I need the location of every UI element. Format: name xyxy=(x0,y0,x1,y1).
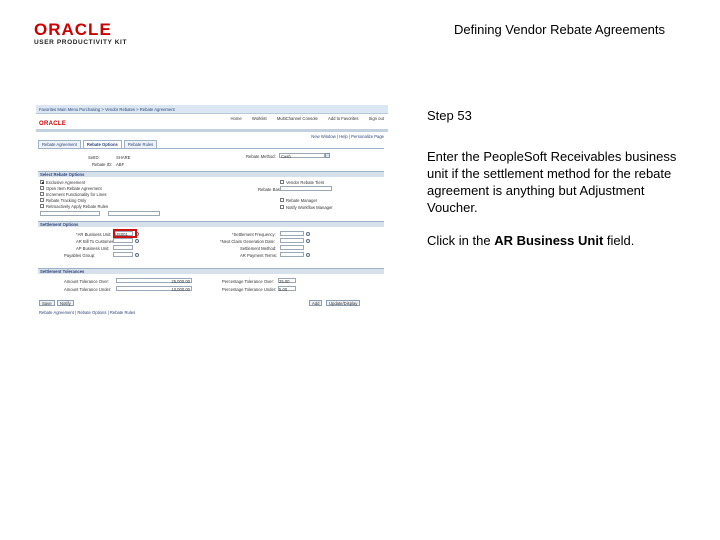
ar-bill-to-label: AR Bill To Customer: xyxy=(76,239,115,244)
add-button[interactable]: Add xyxy=(309,300,323,306)
section-rebate-options: Select Rebate Options xyxy=(38,171,384,177)
ap-business-unit-input[interactable] xyxy=(113,245,133,250)
settlement-method-select[interactable] xyxy=(280,245,304,250)
top-links: Home Worklist MultiChannel Console Add t… xyxy=(221,116,384,121)
step-number: Step 53 xyxy=(427,108,472,123)
rebate-method-value: Cash xyxy=(281,154,291,159)
ar-bill-to-input[interactable] xyxy=(113,238,133,243)
open-item-label: Open Item Rebate Agreement xyxy=(46,186,102,191)
notify-workflow-label: Notify Workflow Manager xyxy=(286,205,333,210)
logo-subtext: USER PRODUCTIVITY KIT xyxy=(34,39,128,46)
tracking-only-checkbox[interactable] xyxy=(40,198,44,202)
ar-business-unit-highlight xyxy=(113,229,137,238)
document-title: Defining Vendor Rebate Agreements xyxy=(454,22,666,37)
settlement-frequency-label: *Settlement Frequency: xyxy=(232,232,276,237)
lookup-icon[interactable] xyxy=(135,253,139,257)
tracking-only-label: Rebate Tracking Only xyxy=(46,198,87,203)
rebate-id-value: ABF xyxy=(116,162,125,167)
rebate-manager-checkbox[interactable] xyxy=(280,198,284,202)
lookup-icon[interactable] xyxy=(306,253,310,257)
next-claim-date-input[interactable] xyxy=(280,238,304,243)
percentage-tolerance-over-label: Percentage Tolerance Over: xyxy=(222,279,275,284)
amount-tolerance-under-label: Amount Tolerance Under: xyxy=(64,287,112,292)
exclusive-agreement-checkbox[interactable] xyxy=(40,180,44,184)
amount-tolerance-over-value: 25,000.00 xyxy=(171,279,190,284)
action-suffix: field. xyxy=(603,233,635,248)
amount-tolerance-over-input[interactable]: 25,000.00 xyxy=(116,278,192,284)
menu-strip xyxy=(36,129,388,132)
retroactive-label: Retroactively Apply Rebate Rules xyxy=(46,204,109,209)
notify-workflow-checkbox[interactable] xyxy=(280,205,284,209)
increment-checkbox[interactable] xyxy=(40,192,44,196)
update-display-button[interactable]: Update/Display xyxy=(326,300,361,306)
action-target: AR Business Unit xyxy=(494,233,604,248)
multichannel-link[interactable]: MultiChannel Console xyxy=(277,116,318,121)
amount-tolerance-under-value: 10,000.00 xyxy=(171,287,190,292)
top-nav-bar: Favorites Main Menu Purchasing > Vendor … xyxy=(36,105,388,114)
amount-tolerance-under-input[interactable]: 10,000.00 xyxy=(116,286,192,292)
notify-button[interactable]: Notify xyxy=(57,300,74,306)
save-button[interactable]: Save xyxy=(39,300,55,306)
vendor-rebate-tiers-label: Vendor Rebate Tiers xyxy=(286,180,325,185)
lookup-icon[interactable] xyxy=(306,232,310,236)
rebate-manager-label: Rebate Manager xyxy=(286,198,318,203)
logo-text: ORACLE xyxy=(34,20,112,39)
window-links[interactable]: New Window | Help | Personalize Page xyxy=(311,134,384,139)
lookup-icon[interactable] xyxy=(135,239,139,243)
settlement-frequency-input[interactable] xyxy=(280,231,304,236)
rebate-method-select[interactable]: Cash xyxy=(279,153,325,159)
exclusive-agreement-label: Exclusive Agreement xyxy=(46,180,86,185)
retro-option-select[interactable] xyxy=(108,211,160,216)
retroactive-checkbox[interactable] xyxy=(40,204,44,208)
vendor-rebate-tiers-checkbox[interactable] xyxy=(280,180,284,184)
retro-method-select[interactable] xyxy=(40,211,100,216)
percentage-tolerance-under-input[interactable]: 5.00 xyxy=(278,286,296,292)
action-prefix: Click in the xyxy=(427,233,495,248)
tab-divider xyxy=(38,148,384,149)
ap-business-unit-label: AP Business Unit: xyxy=(76,246,110,251)
settlement-method-label: Settlement Method: xyxy=(240,246,277,251)
ar-payment-terms-input[interactable] xyxy=(280,252,304,257)
app-logo: ORACLE xyxy=(39,121,67,127)
rebate-method-label: Rebate Method: xyxy=(246,154,276,159)
step-instruction: Enter the PeopleSoft Receivables busines… xyxy=(427,149,677,215)
step-action: Click in the AR Business Unit field. xyxy=(427,233,634,248)
add-favorites-link[interactable]: Add to Favorites xyxy=(328,116,359,121)
amount-tolerance-over-label: Amount Tolerance Over: xyxy=(64,279,110,284)
calendar-icon[interactable] xyxy=(306,239,310,243)
oracle-upk-logo: ORACLE USER PRODUCTIVITY KIT xyxy=(34,20,128,46)
footer-links[interactable]: Rebate Agreement | Rebate Options | Reba… xyxy=(39,310,135,315)
app-screenshot: Favorites Main Menu Purchasing > Vendor … xyxy=(36,105,388,317)
rebate-basis-select[interactable] xyxy=(280,186,332,191)
increment-label: Increment Functionality for Lines xyxy=(46,192,107,197)
payables-group-input[interactable] xyxy=(113,252,133,257)
next-claim-date-label: *Next Claim Generation Date: xyxy=(220,239,276,244)
worklist-link[interactable]: Worklist xyxy=(252,116,267,121)
percentage-tolerance-over-input[interactable]: 25.00 xyxy=(278,278,296,284)
setid-label: SetID: xyxy=(88,155,100,160)
section-settlement-options: Settlement Options xyxy=(38,221,384,227)
percentage-tolerance-under-value: 5.00 xyxy=(279,287,288,292)
home-link[interactable]: Home xyxy=(230,116,241,121)
breadcrumb[interactable]: Favorites Main Menu Purchasing > Vendor … xyxy=(39,107,175,112)
chevron-down-icon[interactable] xyxy=(325,153,330,158)
rebate-id-label: Rebate ID: xyxy=(92,162,113,167)
ar-payment-terms-label: AR Payment Terms: xyxy=(240,253,278,258)
setid-value: SHARE xyxy=(116,155,131,160)
open-item-checkbox[interactable] xyxy=(40,186,44,190)
section-settlement-tolerances: Settlement Tolerances xyxy=(38,268,384,274)
ar-business-unit-label: *AR Business Unit: xyxy=(76,232,112,237)
sign-out-link[interactable]: Sign out xyxy=(369,116,384,121)
payables-group-label: Payables Group: xyxy=(64,253,96,258)
percentage-tolerance-under-label: Percentage Tolerance Under: xyxy=(222,287,277,292)
percentage-tolerance-over-value: 25.00 xyxy=(279,279,290,284)
